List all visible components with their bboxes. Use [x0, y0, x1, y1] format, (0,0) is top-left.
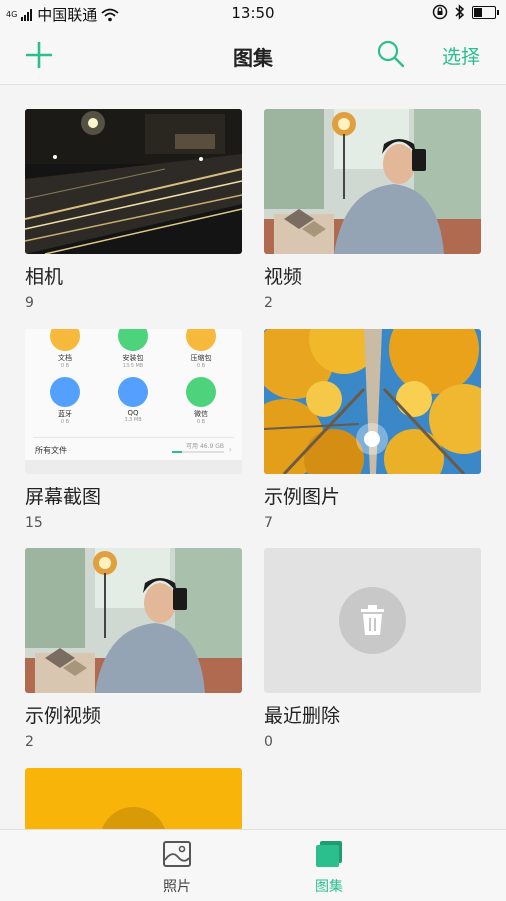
night-city-thumbnail [25, 109, 242, 254]
file-category-size: 0 B [60, 363, 70, 369]
album-thumbnail[interactable] [25, 109, 242, 254]
file-category-icon [50, 329, 80, 351]
file-category-size: 0 B [196, 363, 206, 369]
album-count: 0 [264, 734, 273, 750]
file-category-name: 蓝牙 [58, 410, 72, 418]
storage-bar [172, 451, 224, 453]
album-count: 2 [25, 734, 34, 750]
album-count: 9 [25, 295, 34, 311]
file-category-item: 微信 0 B [176, 377, 226, 425]
chevron-right-icon: › [228, 445, 232, 454]
battery-icon [472, 5, 499, 19]
select-button[interactable]: 选择 [442, 42, 480, 69]
app-icon-grid: 文档 0 B 安装包 13.5 MB 压缩包 0 B 蓝牙 0 B QQ 3.3 MB 微信 0 B [25, 329, 242, 429]
album-thumbnail[interactable] [264, 109, 481, 254]
trash-circle [339, 587, 406, 654]
album-thumbnail[interactable] [264, 548, 481, 693]
album-thumbnail[interactable] [25, 548, 242, 693]
bottom-shadow [25, 460, 242, 474]
app-bar: 图集 选择 [0, 26, 506, 85]
screenshot-divider [33, 437, 234, 438]
clock: 13:50 [231, 4, 275, 22]
album-card-screenshots[interactable]: 文档 0 B 安装包 13.5 MB 压缩包 0 B 蓝牙 0 B QQ 3.3 MB 微信 0 B … [25, 329, 242, 531]
search-button[interactable] [376, 39, 406, 69]
album-thumbnail[interactable] [264, 329, 481, 474]
file-category-item: QQ 3.3 MB [108, 377, 158, 423]
album-card-sample-pictures[interactable]: 示例图片 7 [264, 329, 481, 531]
add-button[interactable] [22, 38, 56, 72]
file-category-icon [186, 377, 216, 407]
album-thumbnail[interactable]: 文档 0 B 安装包 13.5 MB 压缩包 0 B 蓝牙 0 B QQ 3.3 MB 微信 0 B … [25, 329, 242, 474]
plus-icon [26, 42, 52, 68]
album-name: 最近删除 [264, 705, 341, 727]
file-category-size: 0 B [60, 419, 70, 425]
man-with-phone-thumbnail [25, 548, 242, 693]
file-category-icon [50, 377, 80, 407]
file-category-name: 微信 [194, 410, 208, 418]
storage-bar-fill [172, 451, 183, 453]
search-icon [377, 40, 405, 68]
file-category-size: 13.5 MB [122, 363, 144, 369]
album-card-video[interactable]: 视频 2 [264, 109, 481, 311]
status-right [432, 4, 499, 20]
album-name: 屏幕截图 [25, 486, 102, 508]
file-category-item: 压缩包 0 B [176, 329, 226, 369]
album-name: 相机 [25, 266, 64, 288]
album-name: 示例视频 [25, 705, 102, 727]
album-card-sample-videos[interactable]: 示例视频 2 [25, 548, 242, 750]
available-storage: 可用 46.9 GB [186, 443, 224, 450]
trash-icon [361, 605, 384, 635]
file-category-item: 蓝牙 0 B [40, 377, 90, 425]
album-card-partial[interactable] [25, 768, 242, 829]
album-count: 15 [25, 515, 43, 531]
tab-label: 图集 [315, 879, 343, 895]
tab-label: 照片 [163, 879, 191, 895]
file-category-item: 安装包 13.5 MB [108, 329, 158, 369]
album-card-camera[interactable]: 相机 9 [25, 109, 242, 311]
file-category-name: QQ [127, 409, 139, 417]
rotation-lock-icon [432, 4, 448, 20]
album-cover-circle [100, 807, 167, 829]
file-category-size: 0 B [196, 419, 206, 425]
photo-icon [163, 841, 191, 867]
file-category-icon [118, 329, 148, 351]
album-grid: 相机 9 视频 2 文档 0 B 安装包 13.5 MB 压缩包 0 B 蓝牙 … [0, 85, 506, 829]
file-category-name: 文档 [58, 354, 72, 362]
bluetooth-icon [455, 4, 465, 20]
file-category-item: 文档 0 B [40, 329, 90, 369]
album-thumbnail[interactable] [25, 768, 242, 829]
album-count: 2 [264, 295, 273, 311]
tab-albums[interactable]: 图集 [289, 840, 369, 896]
file-category-name: 安装包 [122, 354, 144, 362]
tab-photos[interactable]: 照片 [137, 840, 217, 896]
file-category-icon [118, 377, 148, 407]
album-card-recently-deleted[interactable]: 最近删除 0 [264, 548, 481, 750]
file-category-size: 3.3 MB [124, 417, 142, 423]
battery-level [474, 7, 482, 17]
file-category-name: 压缩包 [190, 354, 212, 362]
man-with-phone-thumbnail [264, 109, 481, 254]
album-count: 7 [264, 515, 273, 531]
album-name: 示例图片 [264, 486, 341, 508]
album-icon [316, 841, 342, 867]
file-manager-screenshot: 文档 0 B 安装包 13.5 MB 压缩包 0 B 蓝牙 0 B QQ 3.3 MB 微信 0 B … [25, 329, 242, 474]
status-bar: 4G 中国联通 13:50 [0, 0, 506, 26]
page-title: 图集 [233, 46, 273, 70]
album-name: 视频 [264, 266, 303, 288]
bottom-tab-bar: 照片 图集 [0, 829, 506, 901]
file-category-icon [186, 329, 216, 351]
autumn-forest-thumbnail [264, 329, 481, 474]
all-files-label: 所有文件 [35, 446, 67, 455]
